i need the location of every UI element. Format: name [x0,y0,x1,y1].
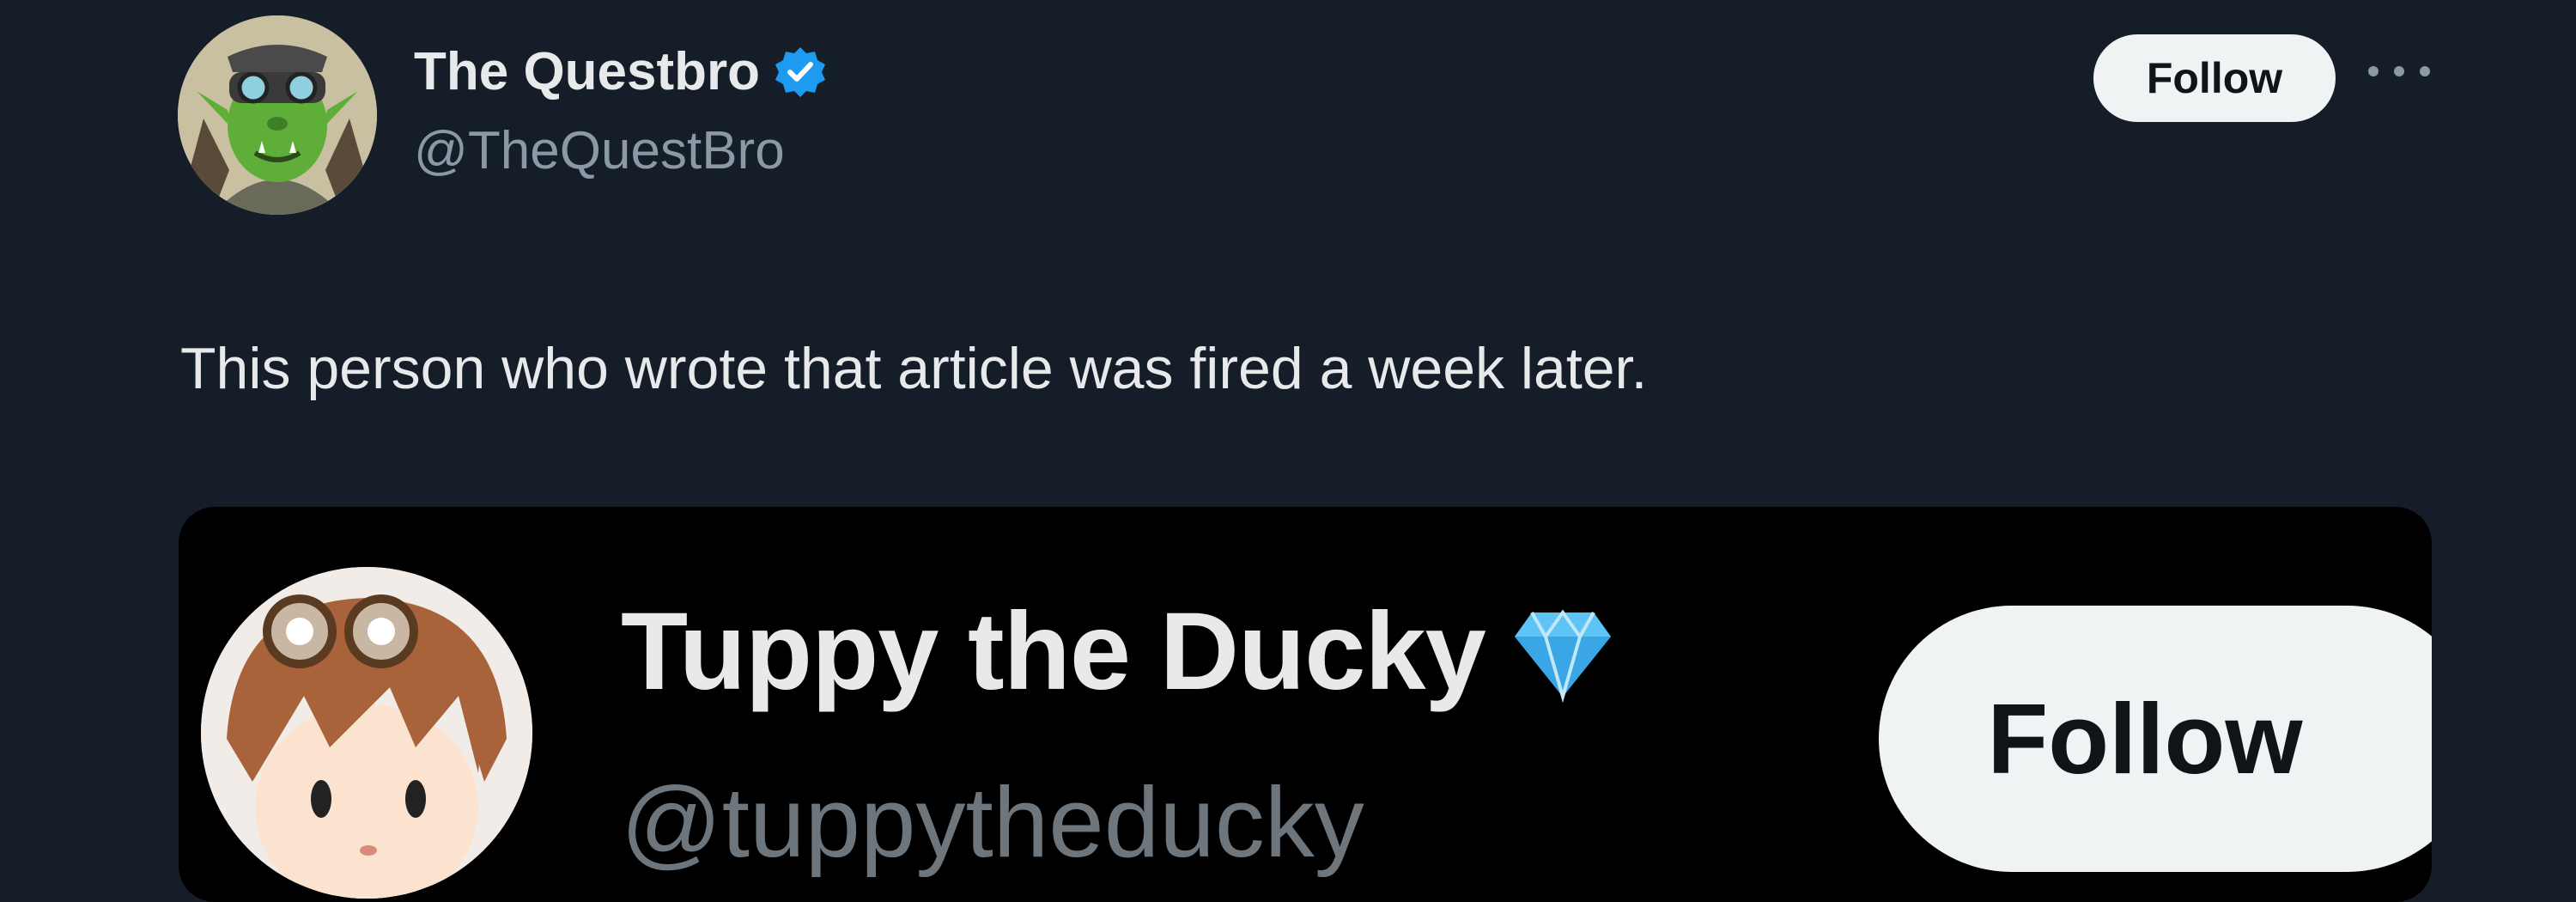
diamond-icon [1511,600,1614,704]
more-options-icon[interactable] [2368,58,2430,84]
orc-avatar-icon [178,15,377,215]
embedded-author-handle: @tuppytheducky [621,766,1364,878]
attached-image[interactable]: Tuppy the Ducky @tuppytheducky Follow [179,507,2432,902]
verified-badge-icon [774,46,827,99]
author-avatar[interactable] [178,15,377,215]
author-name[interactable]: The Questbro [414,41,827,102]
embedded-author-name-text: Tuppy the Ducky [621,590,1486,713]
author-name-text[interactable]: The Questbro [414,41,760,102]
tweet-text: This person who wrote that article was f… [180,336,1648,401]
author-handle[interactable]: @TheQuestBro [414,120,785,181]
embedded-author-name: Tuppy the Ducky [621,588,1614,715]
cartoon-boy-avatar-icon [201,567,532,899]
embedded-avatar [201,567,532,899]
tweet: The Questbro @TheQuestBro Follow This pe… [0,0,2576,902]
follow-button[interactable]: Follow [2093,34,2336,122]
embedded-follow-button: Follow [1879,606,2432,872]
